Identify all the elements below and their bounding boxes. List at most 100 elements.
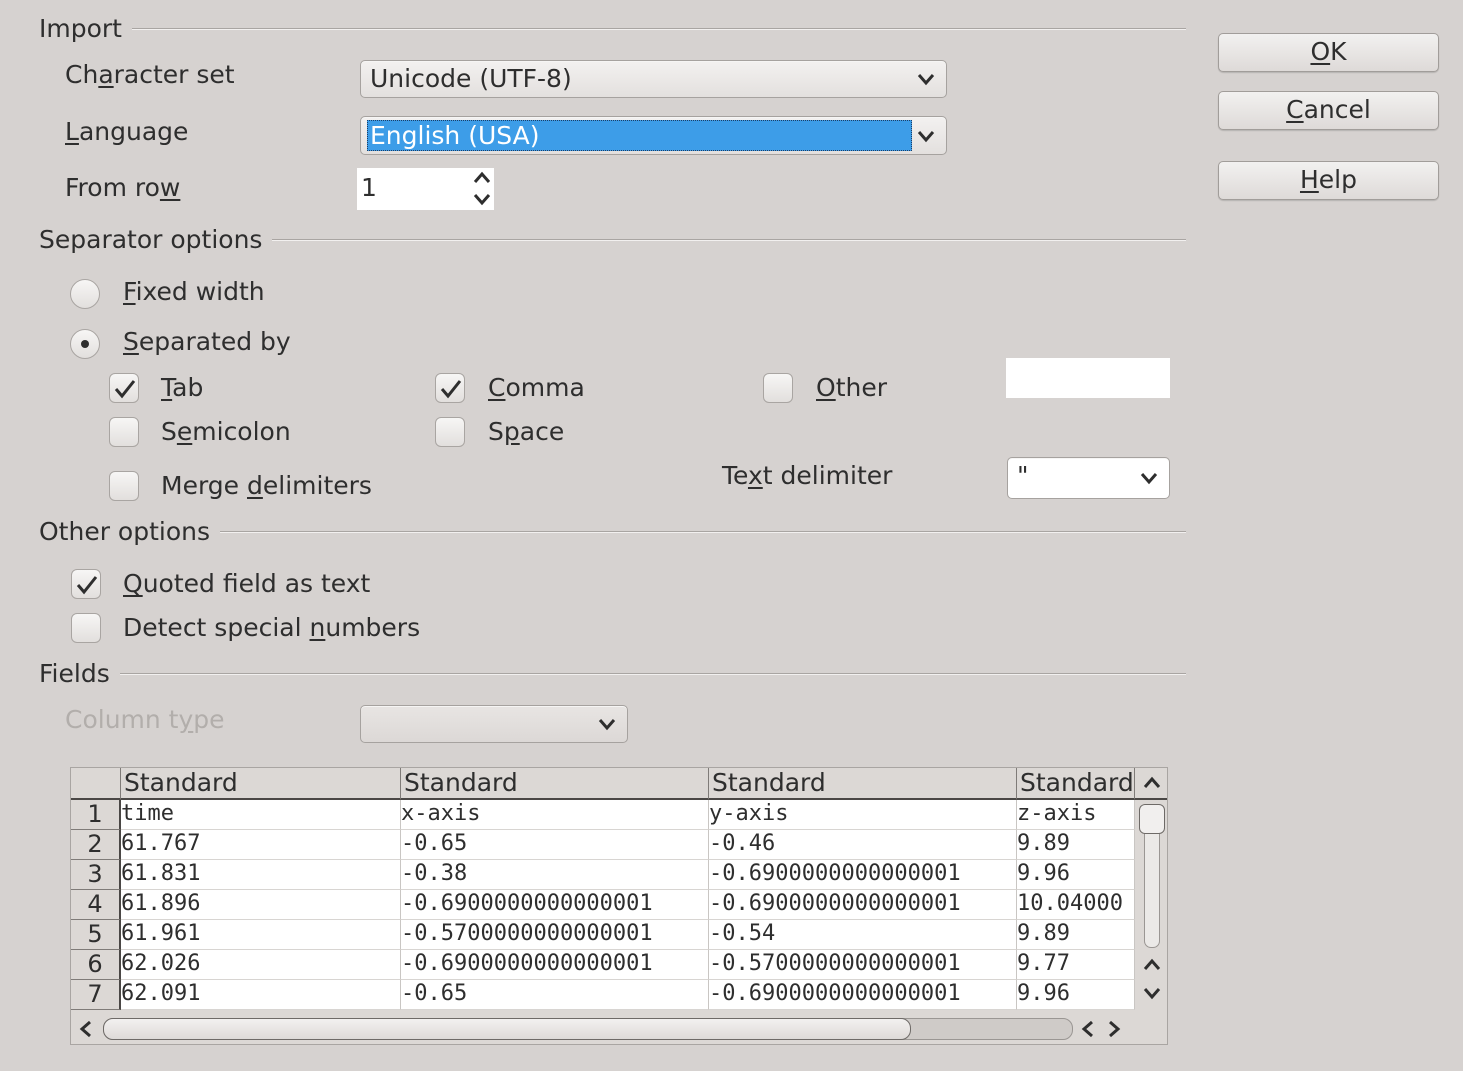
cancel-button[interactable]: Cancel	[1218, 91, 1439, 130]
other-label: Other	[816, 373, 887, 402]
table-cell: -0.38	[401, 860, 709, 890]
column-header-4[interactable]: Standard	[1017, 768, 1135, 800]
fromrow-spinbox[interactable]: 1	[357, 168, 494, 210]
chevron-down-icon	[917, 130, 935, 142]
horizontal-scrollbar[interactable]	[71, 1010, 1167, 1044]
table-cell: -0.54	[709, 920, 1017, 950]
table-cell: y-axis	[709, 800, 1017, 830]
table-cell: time	[121, 800, 401, 830]
separated-by-label: Separated by	[123, 327, 291, 356]
comma-checkbox[interactable]	[435, 373, 465, 403]
chevron-down-icon	[917, 74, 935, 86]
quoted-field-label: Quoted field as text	[123, 569, 371, 598]
language-value: English (USA)	[367, 120, 912, 151]
preview-grid[interactable]: Standard Standard Standard Standard 1 ti…	[70, 767, 1168, 1045]
charset-value: Unicode (UTF-8)	[370, 64, 572, 93]
merge-delimiters-checkbox[interactable]	[109, 471, 139, 501]
other-options-section-title: Other options	[39, 517, 221, 547]
tab-label: Tab	[161, 373, 204, 402]
tab-checkbox[interactable]	[109, 373, 139, 403]
table-cell: 61.767	[121, 830, 401, 860]
column-header-2[interactable]: Standard	[401, 768, 709, 800]
table-cell: 9.77	[1017, 950, 1135, 980]
table-cell: -0.6900000000000001	[401, 950, 709, 980]
header-scroll-corner	[1135, 768, 1167, 800]
table-cell: 9.89	[1017, 830, 1135, 860]
fromrow-label: From row	[65, 173, 181, 202]
comma-label: Comma	[488, 373, 585, 402]
column-header-3[interactable]: Standard	[709, 768, 1017, 800]
table-cell: 9.96	[1017, 860, 1135, 890]
chevron-down-icon[interactable]	[1142, 986, 1162, 1000]
detect-special-label: Detect special numbers	[123, 613, 421, 642]
spin-up-down-icon[interactable]	[472, 170, 492, 208]
import-section-title: Import	[39, 14, 132, 44]
table-cell: -0.6900000000000001	[709, 890, 1017, 920]
table-cell: -0.6900000000000001	[709, 860, 1017, 890]
chevron-up-icon[interactable]	[1142, 958, 1162, 972]
other-checkbox[interactable]	[763, 373, 793, 403]
row-header[interactable]: 6	[71, 950, 121, 980]
fixed-width-radio[interactable]	[70, 279, 100, 309]
table-cell: -0.5700000000000001	[401, 920, 709, 950]
table-cell: 61.896	[121, 890, 401, 920]
fixed-width-label: Fixed width	[123, 277, 265, 306]
semicolon-checkbox[interactable]	[109, 417, 139, 447]
vertical-scroll-thumb[interactable]	[1139, 804, 1165, 834]
help-button[interactable]: Help	[1218, 161, 1439, 200]
language-combobox[interactable]: English (USA)	[360, 116, 947, 155]
space-label: Space	[488, 417, 565, 446]
space-checkbox[interactable]	[435, 417, 465, 447]
table-cell: 61.961	[121, 920, 401, 950]
semicolon-label: Semicolon	[161, 417, 291, 446]
table-cell: 9.89	[1017, 920, 1135, 950]
ok-button[interactable]: OK	[1218, 33, 1439, 72]
grid-corner	[71, 768, 121, 800]
detect-special-checkbox[interactable]	[71, 613, 101, 643]
fromrow-value: 1	[361, 173, 377, 202]
chevron-down-icon	[1140, 473, 1158, 485]
vertical-scrollbar[interactable]	[1135, 800, 1167, 1010]
separated-by-radio[interactable]	[70, 329, 100, 359]
chevron-down-icon	[598, 719, 616, 731]
language-label: Language	[65, 117, 189, 146]
charset-combobox[interactable]: Unicode (UTF-8)	[360, 60, 947, 98]
table-cell: -0.6900000000000001	[401, 890, 709, 920]
table-cell: z-axis	[1017, 800, 1135, 830]
checkmark-icon	[76, 576, 98, 595]
text-delimiter-value: "	[1017, 461, 1029, 490]
table-cell: 62.026	[121, 950, 401, 980]
horizontal-scroll-thumb[interactable]	[103, 1018, 911, 1040]
chevron-left-icon[interactable]	[1081, 1020, 1095, 1038]
chevron-left-icon[interactable]	[79, 1020, 93, 1038]
row-header[interactable]: 4	[71, 890, 121, 920]
table-cell: -0.46	[709, 830, 1017, 860]
chevron-up-icon[interactable]	[1142, 776, 1162, 790]
separator-section-title: Separator options	[39, 225, 273, 255]
column-header-1[interactable]: Standard	[121, 768, 401, 800]
text-delimiter-label: Text delimiter	[722, 461, 893, 490]
column-type-label: Column type	[65, 705, 225, 734]
row-header[interactable]: 1	[71, 800, 121, 830]
merge-delimiters-label: Merge delimiters	[161, 471, 372, 500]
quoted-field-checkbox[interactable]	[71, 569, 101, 599]
table-cell: 61.831	[121, 860, 401, 890]
table-cell: x-axis	[401, 800, 709, 830]
charset-label: Character set	[65, 60, 235, 89]
checkmark-icon	[114, 380, 136, 399]
chevron-right-icon[interactable]	[1107, 1020, 1121, 1038]
table-cell: -0.65	[401, 980, 709, 1010]
table-cell: 62.091	[121, 980, 401, 1010]
table-cell: -0.6900000000000001	[709, 980, 1017, 1010]
text-delimiter-combobox[interactable]: "	[1007, 457, 1170, 499]
table-cell: 9.96	[1017, 980, 1135, 1010]
table-cell: -0.65	[401, 830, 709, 860]
table-cell: -0.5700000000000001	[709, 950, 1017, 980]
row-header[interactable]: 7	[71, 980, 121, 1010]
row-header[interactable]: 3	[71, 860, 121, 890]
other-separator-input[interactable]	[1006, 358, 1170, 398]
column-type-combobox[interactable]	[360, 705, 628, 743]
row-header[interactable]: 5	[71, 920, 121, 950]
table-cell: 10.04000	[1017, 890, 1135, 920]
row-header[interactable]: 2	[71, 830, 121, 860]
